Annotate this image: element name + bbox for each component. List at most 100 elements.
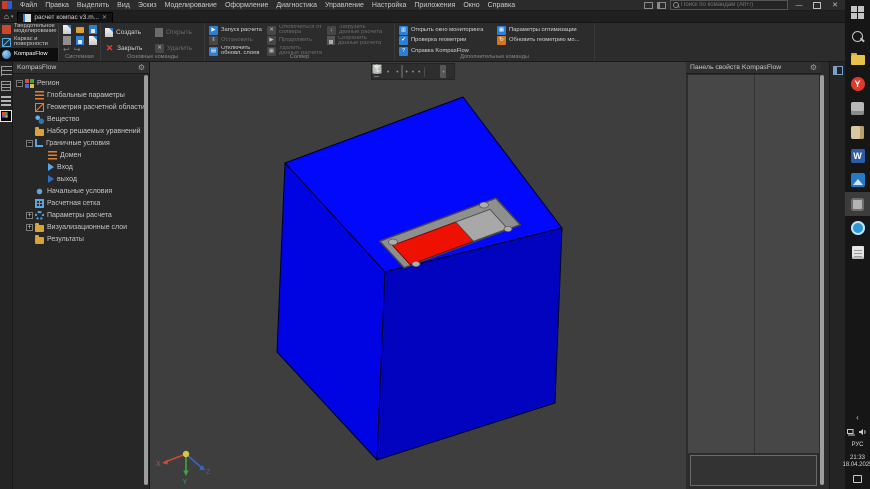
tree-scrollbar[interactable] xyxy=(144,75,148,485)
tree-item-substance[interactable]: Вещество xyxy=(13,113,149,125)
section-view-button[interactable] xyxy=(434,65,436,78)
properties-panel-tab-icon[interactable] xyxy=(833,66,843,75)
properties-grid[interactable] xyxy=(688,75,819,453)
link-button[interactable]: ▾ xyxy=(410,65,415,78)
command-search-input[interactable] xyxy=(681,2,785,8)
menu-settings[interactable]: Настройка xyxy=(368,2,410,9)
chevron-down-icon[interactable]: ▾ xyxy=(396,69,398,75)
language-indicator[interactable]: РУС xyxy=(851,442,863,449)
model-tree-tab-icon[interactable] xyxy=(1,66,12,76)
wireframe-display-button[interactable]: ▾ xyxy=(404,65,409,78)
hidden-icons-chevron[interactable]: ‹ xyxy=(856,414,859,422)
properties-icon[interactable] xyxy=(89,36,97,45)
grid-column-divider[interactable] xyxy=(754,75,755,453)
viewport-3d[interactable]: X Y Z ▾ ▾ ▾ ▾ ▾ ▾ xyxy=(150,62,686,489)
chevron-down-icon[interactable]: ▾ xyxy=(406,69,408,75)
clock[interactable]: 21:33 18.04.2025 xyxy=(842,455,870,469)
save-icon[interactable] xyxy=(89,25,97,34)
mode-kompasflow[interactable]: KompasFlow xyxy=(0,48,58,61)
tree-item-global-params[interactable]: Глобальные параметры xyxy=(13,89,149,101)
chevron-down-icon[interactable]: ▾ xyxy=(418,69,420,75)
taskbar-search-button[interactable] xyxy=(845,24,870,48)
menu-layout[interactable]: Оформление xyxy=(221,2,272,9)
action-center-icon[interactable] xyxy=(853,475,862,483)
app-shortcut-button[interactable] xyxy=(845,120,870,144)
parameters-tab-icon[interactable] xyxy=(1,81,11,91)
menu-help[interactable]: Справка xyxy=(484,2,519,9)
tree-item-boundary-conditions[interactable]: − Граничные условия xyxy=(13,137,149,149)
open-monitoring-button[interactable]: ▥ Открыть окно мониторинга xyxy=(399,25,491,36)
menu-edit[interactable]: Правка xyxy=(41,2,73,9)
tree-item-domain-geometry[interactable]: Геометрия расчетной области xyxy=(13,101,149,113)
tree-item-equations[interactable]: Набор решаемых уравнений xyxy=(13,125,149,137)
lcs-button[interactable] xyxy=(382,65,384,78)
zoom-button[interactable]: ▾ xyxy=(385,65,390,78)
tab-close-icon[interactable]: ✕ xyxy=(102,14,107,21)
kompasflow-tab-icon[interactable] xyxy=(1,111,11,121)
restore-button[interactable] xyxy=(810,1,824,10)
menu-view[interactable]: Вид xyxy=(113,2,134,9)
print-icon[interactable] xyxy=(63,36,71,45)
expander-icon[interactable]: − xyxy=(26,140,33,147)
gear-icon[interactable]: ⚙ xyxy=(138,64,145,72)
word-button[interactable]: W xyxy=(845,144,870,168)
check-geometry-button[interactable]: ✔ Проверка геометрии xyxy=(399,36,491,47)
mode-solid-modeling[interactable]: Твердотельное моделирование xyxy=(0,23,58,36)
tree-item-domain[interactable]: Домен xyxy=(13,149,149,161)
new-document-icon[interactable] xyxy=(63,25,71,34)
layers-view-button[interactable] xyxy=(437,65,439,78)
start-button[interactable] xyxy=(845,0,870,24)
rotate-button[interactable]: ▾ xyxy=(394,65,399,78)
menu-management[interactable]: Управление xyxy=(321,2,368,9)
volume-icon[interactable] xyxy=(858,428,868,436)
chevron-down-icon[interactable]: ▾ xyxy=(387,69,389,75)
minimize-button[interactable]: — xyxy=(792,1,806,10)
view-preset-button[interactable] xyxy=(431,65,433,78)
kompas3d-button-active[interactable] xyxy=(845,192,870,216)
menu-window[interactable]: Окно xyxy=(459,2,483,9)
list-tab-icon[interactable] xyxy=(1,96,11,106)
document-tab[interactable]: расчет компас v3.m... ✕ xyxy=(17,12,113,22)
menu-diagnostics[interactable]: Диагностика xyxy=(272,2,321,9)
export-icon[interactable] xyxy=(76,36,84,45)
yandex-browser-button[interactable]: Y xyxy=(845,72,870,96)
notepad-button[interactable] xyxy=(845,240,870,264)
fit-all-button[interactable] xyxy=(428,65,430,78)
open-folder-icon[interactable] xyxy=(76,27,84,33)
tree-item-calc-params[interactable]: + Параметры расчета xyxy=(13,209,149,221)
tree-item-mesh[interactable]: Расчетная сетка xyxy=(13,197,149,209)
menu-modeling[interactable]: Моделирование xyxy=(161,2,221,9)
tree-item-visualization-layers[interactable]: + Визуализационные слои xyxy=(13,221,149,233)
tree-item-initial-conditions[interactable]: Начальные условия xyxy=(13,185,149,197)
single-window-icon[interactable] xyxy=(644,2,653,9)
properties-scrollbar[interactable] xyxy=(820,75,824,485)
tree-item-results[interactable]: Результаты xyxy=(13,233,149,245)
image-button[interactable]: ▾ xyxy=(416,65,421,78)
tree-item-outlet[interactable]: выход xyxy=(13,173,149,185)
gear-icon[interactable]: ⚙ xyxy=(810,64,817,72)
network-icon[interactable] xyxy=(847,428,856,436)
expander-icon[interactable]: − xyxy=(16,80,23,87)
shaded-display-button[interactable] xyxy=(401,65,403,78)
chevron-down-icon[interactable]: ▾ xyxy=(412,69,414,75)
expander-icon[interactable]: + xyxy=(26,212,33,219)
mode-wireframe-surfaces[interactable]: Каркас и поверхности xyxy=(0,36,58,49)
filter-button[interactable]: ▾ xyxy=(440,65,445,78)
photos-button[interactable] xyxy=(845,168,870,192)
pan-button[interactable] xyxy=(391,65,393,78)
tree-item-region[interactable]: − Регион xyxy=(13,77,149,89)
create-button[interactable]: Создать xyxy=(105,25,151,40)
close-window-button[interactable]: ✕ xyxy=(828,1,842,10)
optimization-params-button[interactable]: ▦ Параметры оптимизации xyxy=(497,25,583,36)
menu-applications[interactable]: Приложения xyxy=(410,2,459,9)
app-shortcut-button[interactable] xyxy=(845,96,870,120)
tree-item-inlet[interactable]: Вход xyxy=(13,161,149,173)
chevron-down-icon[interactable]: ▾ xyxy=(442,69,444,75)
file-explorer-button[interactable] xyxy=(845,48,870,72)
update-geometry-button[interactable]: ↻ Обновить геометрию мо... xyxy=(497,36,583,47)
app-shortcut-button[interactable] xyxy=(845,216,870,240)
split-window-icon[interactable] xyxy=(657,2,666,9)
expander-icon[interactable]: + xyxy=(26,224,33,231)
menu-select[interactable]: Выделить xyxy=(73,2,113,9)
home-button[interactable]: ⌂ ▾ xyxy=(0,11,17,22)
